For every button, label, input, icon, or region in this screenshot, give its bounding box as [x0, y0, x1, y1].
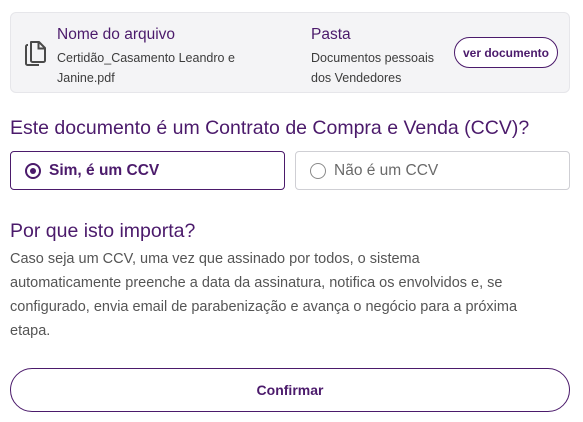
why-line: Caso seja um CCV, uma vez que assinado p… [10, 251, 420, 267]
option-yes-ccv[interactable]: Sim, é um CCV [10, 151, 285, 190]
folder-title: Pasta [311, 26, 351, 43]
option-no-ccv[interactable]: Não é um CCV [295, 151, 570, 190]
document-copy-icon [25, 41, 46, 66]
file-name-section: Nome do arquivo Certidão_Casamento Leand… [57, 25, 272, 88]
view-document-button[interactable]: ver documento [454, 37, 558, 68]
folder-value-line2: dos Vendedores [311, 71, 402, 85]
folder-value-line1: Documentos pessoais [311, 51, 434, 65]
why-line: etapa. [10, 323, 51, 339]
option-no-label: Não é um CCV [334, 161, 439, 179]
file-name-value-line2: Janine.pdf [57, 71, 115, 85]
radio-unselected-icon[interactable] [310, 162, 326, 179]
folder-section: Pasta Documentos pessoais dos Vendedores [311, 25, 451, 88]
confirm-button[interactable]: Confirmar [10, 368, 570, 412]
file-name-value-line1: Certidão_Casamento Leandro e [57, 51, 235, 65]
why-line: configurado, envia email de parabenizaçã… [10, 299, 518, 315]
why-line: automaticamente preenche a data da assin… [10, 275, 503, 291]
file-card: Nome do arquivo Certidão_Casamento Leand… [10, 12, 570, 93]
why-title: Por que isto importa? [10, 220, 196, 242]
file-name-title: Nome do arquivo [57, 26, 176, 43]
ccv-question: Este documento é um Contrato de Compra e… [10, 117, 530, 139]
option-yes-label: Sim, é um CCV [49, 161, 160, 179]
radio-selected-icon[interactable] [25, 162, 41, 179]
why-description: Caso seja um CCV, uma vez que assinado p… [10, 247, 575, 343]
